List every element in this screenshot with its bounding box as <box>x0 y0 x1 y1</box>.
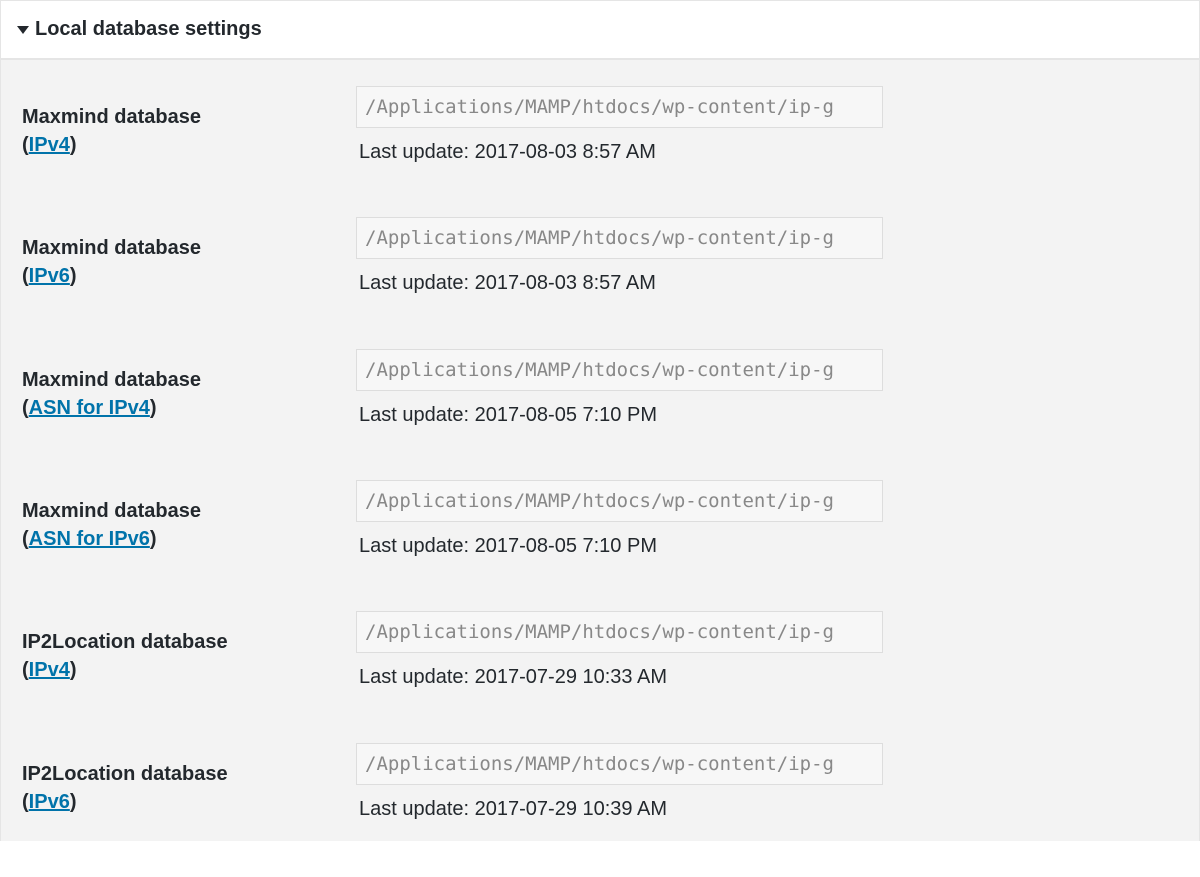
database-row: Maxmind database (IPv4) /Applications/MA… <box>1 86 1199 220</box>
database-label: IP2Location database (IPv4) <box>22 628 228 684</box>
database-name: Maxmind database <box>22 499 201 522</box>
database-label: Maxmind database (ASN for IPv4) <box>22 366 201 422</box>
paren: ) <box>69 134 77 156</box>
database-link[interactable]: IPv6 <box>29 791 70 813</box>
database-row: IP2Location database (IPv4) /Application… <box>1 611 1199 745</box>
last-update-text: Last update: 2017-08-03 8:57 AM <box>359 272 656 295</box>
paren: ( <box>22 790 29 813</box>
database-label: IP2Location database (IPv6) <box>22 760 228 816</box>
database-link[interactable]: IPv4 <box>29 659 70 681</box>
last-update-text: Last update: 2017-08-03 8:57 AM <box>359 141 656 163</box>
database-name: Maxmind database <box>22 237 201 260</box>
database-name: Maxmind database <box>22 106 201 128</box>
database-link[interactable]: ASN for IPv4 <box>29 397 150 419</box>
database-path-input[interactable]: /Applications/MAMP/htdocs/wp-content/ip-… <box>356 86 883 128</box>
paren: ( <box>22 396 29 419</box>
paren: ( <box>22 527 29 550</box>
database-path-input[interactable]: /Applications/MAMP/htdocs/wp-content/ip-… <box>356 479 883 522</box>
last-update-text: Last update: 2017-07-29 10:33 AM <box>359 666 668 689</box>
database-link[interactable]: ASN for IPv6 <box>29 528 150 550</box>
database-label: Maxmind database (IPv4) <box>22 103 201 159</box>
database-row: Maxmind database (ASN for IPv4) /Applica… <box>1 348 1199 483</box>
paren: ) <box>69 265 77 288</box>
paren: ) <box>149 527 157 550</box>
local-database-settings-panel: Local database settings Maxmind database… <box>0 0 1200 841</box>
last-update-text: Last update: 2017-08-05 7:10 PM <box>359 534 657 557</box>
database-name: IP2Location database <box>22 762 228 785</box>
paren: ( <box>22 134 29 156</box>
database-link[interactable]: IPv4 <box>29 134 70 156</box>
database-link[interactable]: IPv6 <box>29 265 70 287</box>
database-row: Maxmind database (IPv6) /Applications/MA… <box>1 217 1199 351</box>
paren: ( <box>22 265 29 288</box>
section-toggle[interactable]: Local database settings <box>1 1 1199 60</box>
database-row: Maxmind database (ASN for IPv6) /Applica… <box>1 479 1199 614</box>
database-path-input[interactable]: /Applications/MAMP/htdocs/wp-content/ip-… <box>356 742 883 785</box>
database-label: Maxmind database (ASN for IPv6) <box>22 497 201 553</box>
database-row: IP2Location database (IPv6) /Application… <box>1 742 1199 877</box>
paren: ) <box>69 659 77 682</box>
database-path-input[interactable]: /Applications/MAMP/htdocs/wp-content/ip-… <box>356 611 883 654</box>
database-path-input[interactable]: /Applications/MAMP/htdocs/wp-content/ip-… <box>356 217 883 260</box>
paren: ) <box>69 790 77 813</box>
database-name: IP2Location database <box>22 631 228 654</box>
last-update-text: Last update: 2017-07-29 10:39 AM <box>359 797 668 820</box>
database-label: Maxmind database (IPv6) <box>22 234 201 290</box>
section-title: Local database settings <box>35 18 262 40</box>
database-path-input[interactable]: /Applications/MAMP/htdocs/wp-content/ip-… <box>356 348 883 391</box>
paren: ( <box>22 659 29 682</box>
database-name: Maxmind database <box>22 368 201 391</box>
paren: ) <box>149 396 157 419</box>
last-update-text: Last update: 2017-08-05 7:10 PM <box>359 403 657 426</box>
caret-down-icon <box>17 26 29 34</box>
